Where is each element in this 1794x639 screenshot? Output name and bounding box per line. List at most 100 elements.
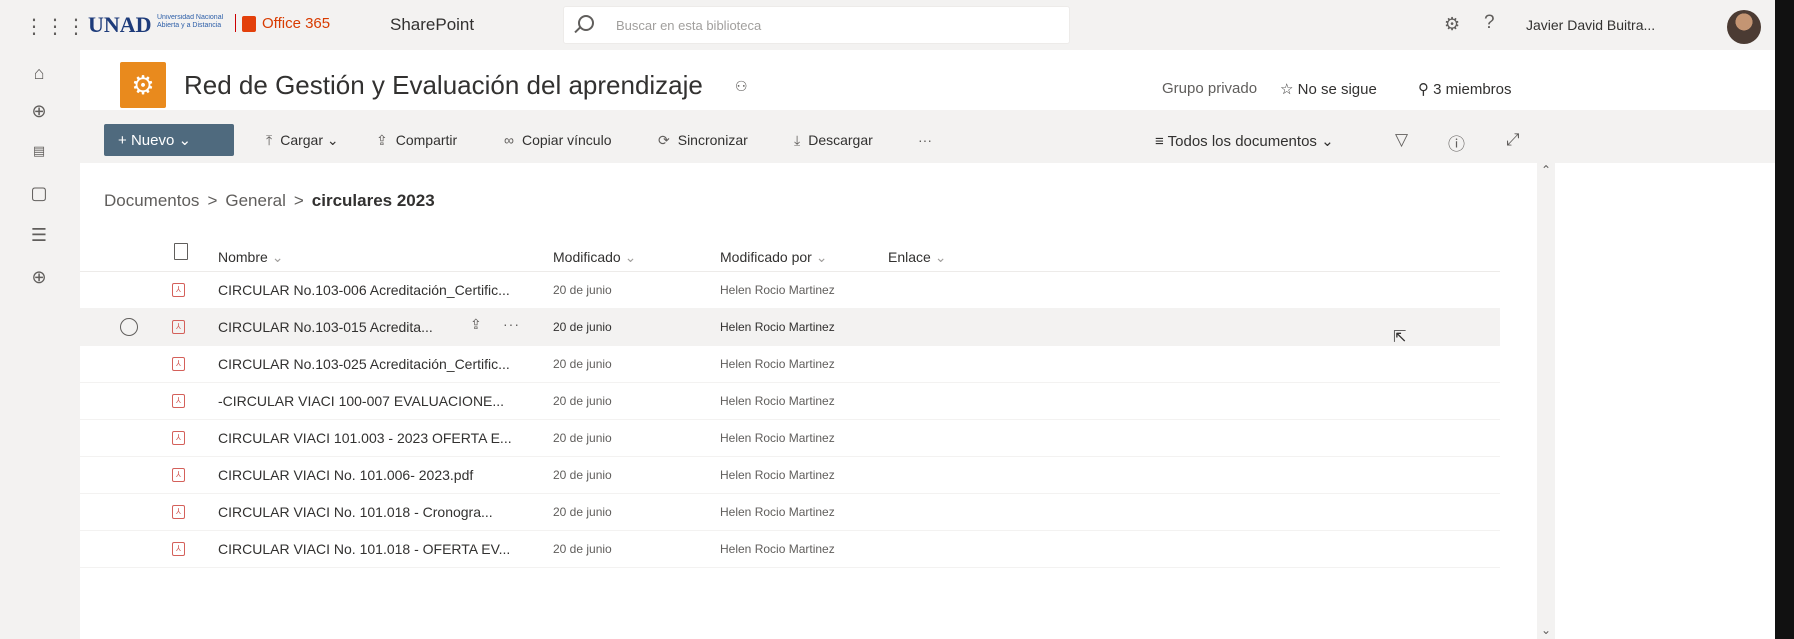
scroll-down-icon[interactable]: ⌄ [1541,623,1551,637]
modified-date: 20 de junio [553,468,612,482]
modified-by[interactable]: Helen Rocio Martinez [720,468,835,482]
follow-label: No se sigue [1297,81,1377,98]
pdf-file-icon: ⅄ [172,283,185,297]
download-icon: ⤓ [794,132,801,148]
home-icon[interactable]: ⌂ [30,64,48,82]
table-row[interactable]: ⅄ CIRCULAR VIACI No. 101.018 - OFERTA EV.… [80,530,1500,568]
sync-icon: ⟳ [658,132,670,148]
modified-by[interactable]: Helen Rocio Martinez [720,505,835,519]
scrollbar[interactable] [1537,163,1555,639]
scroll-up-icon[interactable]: ⌃ [1541,163,1551,177]
modified-by[interactable]: Helen Rocio Martinez [720,542,835,556]
column-header-label: Modificado por [720,249,812,265]
column-header-name[interactable]: Nombre ⌄ [218,249,283,266]
file-name[interactable]: CIRCULAR VIACI No. 101.018 - OFERTA EV..… [218,541,510,557]
column-header-modified-by[interactable]: Modificado por ⌄ [720,249,827,266]
filter-icon[interactable]: ▽ [1395,130,1408,150]
file-name[interactable]: CIRCULAR No.103-006 Acreditación_Certifi… [218,282,510,298]
file-icon[interactable]: ▢ [30,184,48,202]
table-row[interactable]: ⅄ CIRCULAR No.103-006 Acreditación_Certif… [80,271,1500,309]
follow-button[interactable]: ☆ No se sigue [1280,80,1377,98]
share-icon[interactable]: ⇪ [470,316,482,333]
news-icon[interactable]: ▤ [30,142,48,160]
search-input[interactable] [614,13,1058,37]
breadcrumb-separator: > [207,191,218,210]
list-icon[interactable]: ☰ [30,226,48,244]
share-label: Compartir [395,132,458,148]
info-icon[interactable]: ⓘ [1448,130,1465,155]
office-365-label[interactable]: Office 365 [262,15,330,32]
modified-by[interactable]: Helen Rocio Martinez [720,431,835,445]
user-name[interactable]: Javier David Buitra... [1526,17,1655,33]
file-name[interactable]: -CIRCULAR VIACI 100-007 EVALUACIONE... [218,393,504,409]
avatar[interactable] [1727,10,1761,44]
file-type-icon[interactable] [174,243,188,260]
column-header-label: Nombre [218,249,268,265]
table-row[interactable]: ⅄ CIRCULAR VIACI No. 101.006- 2023.pdf 20 … [80,456,1500,494]
share-icon: ⇪ [376,132,388,148]
add-icon[interactable]: ⊕ [30,268,48,286]
share-button[interactable]: ⇪ Compartir [376,132,457,149]
site-logo-gear-icon[interactable]: ⚙ [120,62,166,108]
column-header-link[interactable]: Enlace ⌄ [888,249,946,266]
search-icon [578,15,594,31]
unad-logo[interactable]: UNAD [88,12,152,38]
chevron-down-icon: ⌄ [178,132,192,149]
modified-by[interactable]: Helen Rocio Martinez [720,320,835,334]
modified-by[interactable]: Helen Rocio Martinez [720,357,835,371]
file-name[interactable]: CIRCULAR VIACI No. 101.018 - Cronogra... [218,504,493,520]
members-label: 3 miembros [1433,81,1512,98]
row-select-radio[interactable] [120,318,138,336]
gear-icon[interactable]: ⚙ [1444,14,1460,35]
table-row[interactable]: ⅄ -CIRCULAR VIACI 100-007 EVALUACIONE... 2… [80,382,1500,420]
download-button[interactable]: ⤓ Descargar [794,132,873,149]
left-rail: ⌂ ⊕ ▤ ▢ ☰ ⊕ [0,50,80,639]
modified-date: 20 de junio [553,320,612,334]
upload-icon: ⤒ [266,132,273,148]
help-icon[interactable]: ? [1484,12,1495,34]
mouse-cursor-icon: ⇱ [1393,329,1407,346]
upload-button[interactable]: ⤒ Cargar ⌄ [266,132,339,149]
copy-link-button[interactable]: ∞ Copiar vínculo [504,132,611,148]
copy-link-label: Copiar vínculo [521,132,612,148]
modified-by[interactable]: Helen Rocio Martinez [720,394,835,408]
breadcrumb-item[interactable]: Documentos [104,191,199,210]
file-name[interactable]: CIRCULAR VIACI No. 101.006- 2023.pdf [218,467,473,483]
upload-label: Cargar [280,132,323,148]
column-header-modified[interactable]: Modificado ⌄ [553,249,636,266]
breadcrumb: Documentos > General > circulares 2023 [104,191,435,211]
site-title[interactable]: Red de Gestión y Evaluación del aprendiz… [184,70,703,101]
more-options-icon[interactable]: ··· [503,316,520,332]
members-button[interactable]: ⚲ 3 miembros [1418,80,1512,98]
table-row[interactable]: ⅄ CIRCULAR No.103-025 Acreditación_Certif… [80,345,1500,383]
new-button[interactable]: + Nuevo ⌄ [104,124,234,156]
file-name[interactable]: CIRCULAR No.103-015 Acredita... [218,319,433,335]
sharepoint-label[interactable]: SharePoint [390,15,474,35]
chevron-down-icon: ⌄ [271,249,284,265]
search-box[interactable] [563,6,1070,44]
globe-icon[interactable]: ⊕ [30,102,48,120]
column-header-row: Nombre ⌄ Modificado ⌄ Modificado por ⌄ E… [80,239,1500,272]
chevron-down-icon: ⌄ [934,249,947,265]
modified-by[interactable]: Helen Rocio Martinez [720,283,835,297]
modified-date: 20 de junio [553,357,612,371]
more-options-button[interactable]: ··· [918,132,932,148]
view-list-icon: ≡ [1155,133,1168,150]
office-icon [242,16,256,32]
table-row[interactable]: ⅄ CIRCULAR VIACI No. 101.018 - Cronogra..… [80,493,1500,531]
waffle-icon[interactable]: ⋮⋮⋮ [24,14,87,39]
view-selector[interactable]: ≡ Todos los documentos ⌄ [1155,132,1334,150]
file-name[interactable]: CIRCULAR VIACI 101.003 - 2023 OFERTA E..… [218,430,512,446]
unad-logo-subtitle: Universidad Nacional Abierta y a Distanc… [157,14,236,32]
file-name[interactable]: CIRCULAR No.103-025 Acreditación_Certifi… [218,356,510,372]
sync-button[interactable]: ⟳ Sincronizar [658,132,748,149]
expand-icon[interactable]: ⤢ [1506,130,1520,150]
chevron-down-icon: ⌄ [815,249,828,265]
pdf-file-icon: ⅄ [172,431,185,445]
teams-icon[interactable]: ⚇ [735,78,748,95]
breadcrumb-item[interactable]: General [225,191,285,210]
column-header-label: Modificado [553,249,621,265]
suite-bar: ⋮⋮⋮ UNAD Universidad Nacional Abierta y … [0,0,1775,51]
table-row[interactable]: ⅄ CIRCULAR No.103-015 Acredita... ⇪ ··· 20 d… [80,308,1500,346]
table-row[interactable]: ⅄ CIRCULAR VIACI 101.003 - 2023 OFERTA E.… [80,419,1500,457]
